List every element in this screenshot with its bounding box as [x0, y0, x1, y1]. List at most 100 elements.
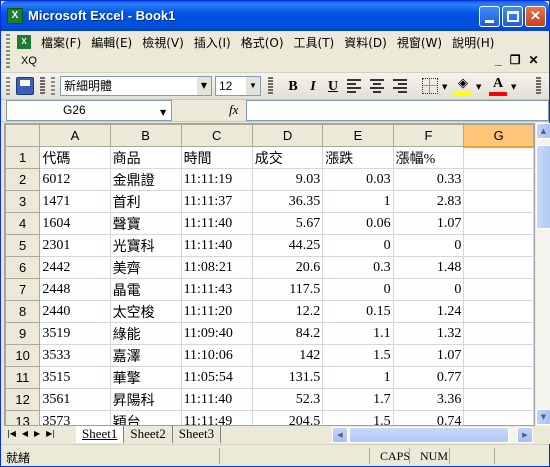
cell-d11[interactable]: 131.5	[251, 366, 324, 389]
select-all-corner[interactable]	[5, 124, 41, 147]
cell-a1[interactable]: 代碼	[39, 146, 111, 169]
horizontal-scrollbar[interactable]: ◀ ▶	[332, 427, 533, 443]
cell-b13[interactable]: 穎台	[109, 410, 182, 425]
font-color-dropdown-icon[interactable]: ▼	[511, 83, 516, 91]
cell-d3[interactable]: 36.35	[251, 190, 324, 213]
cell-a3[interactable]: 1471	[39, 190, 111, 213]
row-header[interactable]: 1	[5, 146, 41, 169]
cell-g13[interactable]	[463, 410, 534, 425]
cell-f1[interactable]: 漲幅%	[392, 146, 465, 169]
menu-tools[interactable]: 工具(T)	[292, 35, 343, 51]
minimize-button[interactable]	[479, 6, 500, 27]
row-header[interactable]: 12	[5, 388, 41, 411]
cell-e4[interactable]: 0.06	[322, 212, 394, 235]
cell-b6[interactable]: 美齊	[109, 256, 182, 279]
column-header-a[interactable]: A	[39, 124, 111, 147]
cell-f9[interactable]: 1.32	[392, 322, 465, 345]
cell-a2[interactable]: 6012	[39, 168, 111, 191]
borders-icon[interactable]	[422, 78, 438, 94]
cell-a11[interactable]: 3515	[39, 366, 111, 389]
cell-e6[interactable]: 0.3	[322, 256, 394, 279]
toolbar-grip[interactable]	[6, 77, 10, 95]
align-left-icon[interactable]	[347, 79, 361, 93]
toolbar-options-icon[interactable]	[40, 77, 45, 95]
insert-function-button[interactable]: fx	[229, 102, 238, 118]
cell-d8[interactable]: 12.2	[251, 300, 324, 323]
cell-c4[interactable]: 11:11:40	[180, 212, 253, 235]
cell-g3[interactable]	[463, 190, 534, 213]
workbook-restore-button[interactable]: ❐	[510, 53, 521, 67]
font-name-select[interactable]: 新細明體 ▼	[60, 76, 212, 96]
cell-d6[interactable]: 20.6	[251, 256, 324, 279]
cell-b5[interactable]: 光寶科	[109, 234, 182, 257]
cell-g1[interactable]	[463, 146, 534, 169]
menu-edit[interactable]: 編輯(E)	[89, 35, 140, 51]
fill-color-dropdown-icon[interactable]: ▼	[476, 83, 481, 91]
cell-b4[interactable]: 聲寶	[109, 212, 182, 235]
menu-format[interactable]: 格式(O)	[239, 35, 292, 51]
italic-button[interactable]: I	[303, 77, 323, 96]
sheet-tab-sheet3[interactable]: Sheet3	[172, 426, 222, 443]
cell-g4[interactable]	[463, 212, 534, 235]
cell-d12[interactable]: 52.3	[251, 388, 324, 411]
cell-g7[interactable]	[463, 278, 534, 301]
cell-f12[interactable]: 3.36	[392, 388, 465, 411]
menu-window[interactable]: 視窗(W)	[395, 35, 450, 51]
cell-d2[interactable]: 9.03	[251, 168, 324, 191]
bold-button[interactable]: B	[283, 77, 303, 96]
cell-b10[interactable]: 嘉澤	[109, 344, 182, 367]
cell-c10[interactable]: 11:10:06	[180, 344, 253, 367]
cell-a10[interactable]: 3533	[39, 344, 111, 367]
cell-f3[interactable]: 2.83	[392, 190, 465, 213]
column-header-e[interactable]: E	[322, 124, 394, 147]
cell-f13[interactable]: 0.74	[392, 410, 465, 425]
cell-a12[interactable]: 3561	[39, 388, 111, 411]
cell-d9[interactable]: 84.2	[251, 322, 324, 345]
menu-help[interactable]: 說明(H)	[450, 35, 502, 51]
cell-c9[interactable]: 11:09:40	[180, 322, 253, 345]
cell-d7[interactable]: 117.5	[251, 278, 324, 301]
cell-b8[interactable]: 太空梭	[109, 300, 182, 323]
cell-b11[interactable]: 華擎	[109, 366, 182, 389]
toolbar-options-icon-3[interactable]	[536, 77, 541, 95]
menu-xq[interactable]: XQ	[21, 55, 37, 67]
cell-f6[interactable]: 1.48	[392, 256, 465, 279]
prev-sheet-icon[interactable]: ◀	[22, 429, 28, 438]
cell-e3[interactable]: 1	[322, 190, 394, 213]
cell-b3[interactable]: 首利	[109, 190, 182, 213]
cell-f10[interactable]: 1.07	[392, 344, 465, 367]
row-header[interactable]: 7	[5, 278, 41, 301]
cell-e7[interactable]: 0	[322, 278, 394, 301]
cell-e10[interactable]: 1.5	[322, 344, 394, 367]
menu-data[interactable]: 資料(D)	[342, 35, 395, 51]
align-right-icon[interactable]	[393, 79, 407, 93]
vertical-scrollbar[interactable]: ▲ ▼	[535, 123, 550, 426]
cell-g2[interactable]	[463, 168, 534, 191]
cell-c6[interactable]: 11:08:21	[180, 256, 253, 279]
cell-d13[interactable]: 204.5	[251, 410, 324, 425]
name-box-dropdown-icon[interactable]: ▼	[160, 108, 166, 117]
excel-app-icon[interactable]: X	[7, 8, 23, 24]
font-size-select[interactable]: 12 ▼	[215, 76, 261, 96]
sheet-tab-sheet2[interactable]: Sheet2	[124, 426, 173, 443]
menu-file[interactable]: 檔案(F)	[39, 35, 89, 51]
underline-button[interactable]: U	[323, 77, 343, 96]
row-header[interactable]: 5	[5, 234, 41, 257]
row-header[interactable]: 13	[5, 410, 41, 425]
cell-g12[interactable]	[463, 388, 534, 411]
cell-g10[interactable]	[463, 344, 534, 367]
align-center-icon[interactable]	[370, 79, 384, 93]
next-sheet-icon[interactable]: ▶	[34, 429, 40, 438]
first-sheet-icon[interactable]: |◀	[7, 429, 16, 438]
row-header[interactable]: 4	[5, 212, 41, 235]
menu-insert[interactable]: 插入(I)	[192, 35, 239, 51]
horizontal-scroll-thumb[interactable]	[349, 427, 509, 443]
cell-e9[interactable]: 1.1	[322, 322, 394, 345]
cell-d10[interactable]: 142	[251, 344, 324, 367]
workbook-minimize-button[interactable]: _	[495, 53, 502, 67]
toolbar-grip-2[interactable]	[51, 77, 55, 95]
scroll-down-icon[interactable]: ▼	[536, 409, 550, 425]
cell-c11[interactable]: 11:05:54	[180, 366, 253, 389]
name-box[interactable]: G26	[6, 100, 172, 121]
last-sheet-icon[interactable]: ▶|	[46, 429, 55, 438]
